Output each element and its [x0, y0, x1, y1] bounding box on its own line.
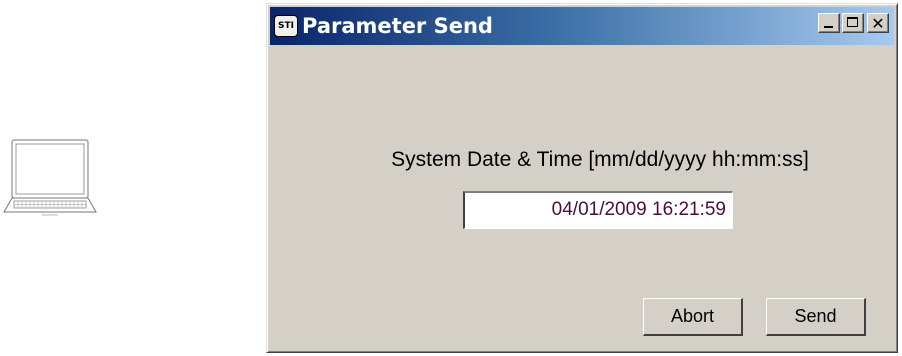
minimize-button[interactable] — [818, 13, 840, 33]
close-button[interactable]: ✕ — [867, 13, 889, 33]
laptop-icon — [3, 139, 97, 216]
close-icon: ✕ — [871, 13, 885, 33]
title-bar[interactable]: STI Parameter Send ✕ — [270, 7, 894, 45]
date-time-label: System Date & Time [mm/dd/yyyy hh:mm:ss] — [391, 148, 809, 171]
abort-button[interactable]: Abort — [643, 298, 743, 336]
maximize-button[interactable] — [842, 13, 864, 33]
send-button[interactable]: Send — [766, 298, 866, 336]
parameter-send-window: STI Parameter Send ✕ System Date & Time … — [266, 3, 898, 353]
app-icon-text: STI — [278, 21, 294, 31]
window-controls: ✕ — [816, 13, 889, 33]
app-icon[interactable]: STI — [274, 15, 298, 37]
window-title: Parameter Send — [302, 14, 493, 38]
date-time-field[interactable]: 04/01/2009 16:21:59 — [463, 191, 733, 229]
